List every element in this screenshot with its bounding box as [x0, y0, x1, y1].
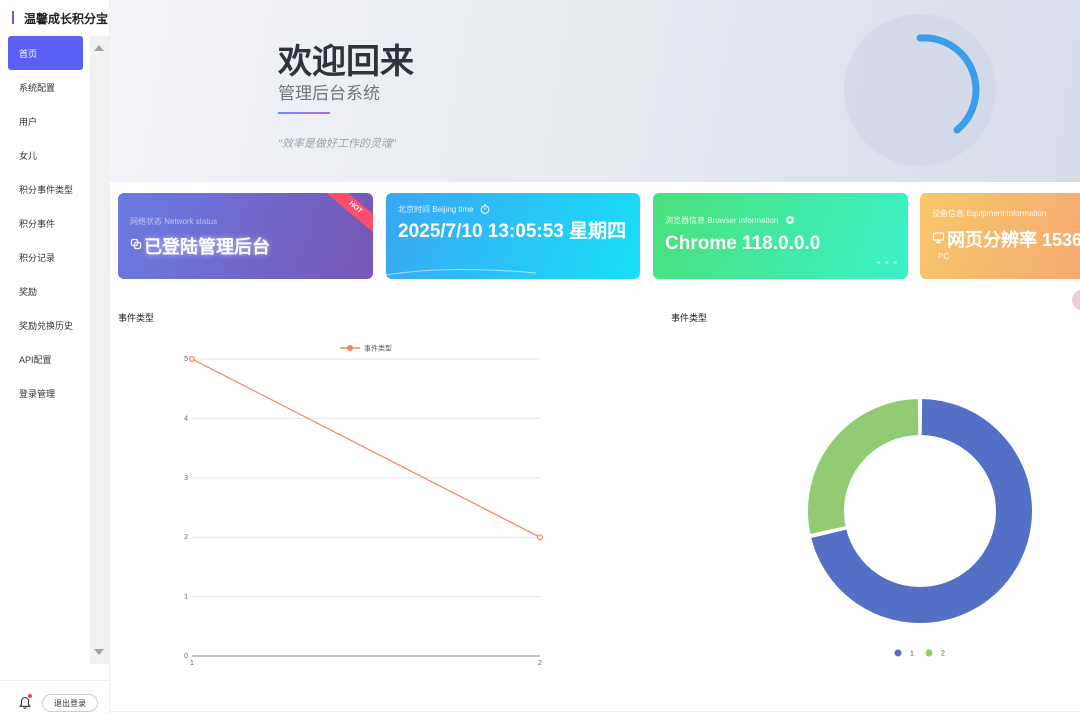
link-icon [130, 238, 142, 250]
bottom-divider [110, 711, 1080, 712]
beijing-time-label-text: 北京时间 Beijing time [398, 205, 474, 214]
sidebar-menu: 首页 系统配置 用户 女儿 积分事件类型 积分事件 积分记录 奖励 奖励兑换历史… [0, 36, 90, 410]
device-info-card: 设备信息 Equipment information 网页分辨率 1536 PC [920, 193, 1080, 279]
browser-info-card: 浏览器信息 Browser information Chrome 118.0.0… [653, 193, 908, 279]
beijing-time-card: 北京时间 Beijing time 2025/7/10 13:05:53 星期四 [386, 193, 640, 279]
brand-title: 温馨成长积分宝 [24, 12, 109, 26]
browser-info-value: Chrome 118.0.0.0 [665, 233, 821, 254]
legend-label: 2 [941, 651, 945, 658]
pie-chart-title: 事件类型 [671, 313, 708, 323]
sidebar-item-records[interactable]: 积分记录 [0, 240, 90, 274]
sidebar-item-rewards[interactable]: 奖励 [0, 274, 90, 308]
x-tick-label: 2 [538, 660, 542, 667]
legend-marker [347, 345, 353, 351]
legend-marker [894, 649, 902, 657]
data-point [537, 534, 544, 541]
event-type-donut-chart: 12 [806, 397, 1034, 658]
sidebar-item-login-management[interactable]: 登录管理 [0, 376, 90, 410]
sidebar-item-event-types[interactable]: 积分事件类型 [0, 172, 90, 206]
browser-icon [785, 216, 794, 224]
device-info-value: 网页分辨率 1536 [947, 230, 1080, 250]
network-status-label: 网络状态 Network status [130, 217, 218, 226]
pie-slice [806, 397, 921, 537]
y-tick-label: 2 [184, 534, 188, 541]
bell-icon[interactable] [18, 696, 32, 710]
loading-spinner-icon [844, 14, 996, 166]
x-tick-label: 1 [190, 660, 194, 667]
beijing-time-label: 北京时间 Beijing time [398, 204, 490, 215]
y-tick-label: 0 [184, 653, 188, 660]
y-tick-label: 4 [184, 415, 188, 422]
y-tick-label: 3 [184, 475, 188, 482]
sidebar-footer: 退出登录 [0, 680, 110, 714]
scroll-down-arrow-icon[interactable] [94, 649, 104, 655]
sidebar-scrollbar[interactable] [90, 36, 110, 664]
legend-label: 1 [910, 651, 914, 658]
device-info-label: 设备信息 Equipment information [932, 209, 1047, 218]
sidebar-item-daughter[interactable]: 女儿 [0, 138, 90, 172]
brand: 温馨成长积分宝 [0, 0, 110, 36]
sidebar-item-users[interactable]: 用户 [0, 104, 90, 138]
line-chart-title: 事件类型 [118, 313, 155, 323]
wave-decoration [386, 268, 537, 276]
y-tick-label: 1 [184, 594, 188, 601]
network-status-card: HOT 网络状态 Network status 已登陆管理后台 [118, 193, 373, 279]
logout-button[interactable]: 退出登录 [42, 694, 98, 712]
y-tick-label: 5 [184, 356, 188, 363]
scroll-up-arrow-icon[interactable] [94, 45, 104, 51]
sidebar-item-events[interactable]: 积分事件 [0, 206, 90, 240]
sidebar-item-api-config[interactable]: API配置 [0, 342, 90, 376]
hero-quote: "效率是做好工作的灵魂" [278, 138, 396, 150]
sidebar-item-reward-history[interactable]: 奖励兑换历史 [0, 308, 90, 342]
brand-accent-bar [12, 11, 14, 24]
hero-subtitle: 管理后台系统 [278, 84, 380, 103]
floating-side-tab[interactable] [1072, 290, 1080, 310]
device-type: PC [938, 252, 950, 261]
hero-divider [278, 112, 330, 114]
notification-dot [28, 694, 32, 698]
browser-info-label-text: 浏览器信息 Browser information [665, 216, 779, 225]
stopwatch-icon [480, 204, 490, 214]
beijing-time-value: 2025/7/10 13:05:53 星期四 [398, 221, 627, 242]
welcome-banner: 欢迎回来 管理后台系统 "效率是做好工作的灵魂" [110, 0, 1080, 182]
data-point [188, 356, 195, 363]
legend-marker [925, 649, 933, 657]
sidebar-item-home[interactable]: 首页 [8, 36, 83, 70]
browser-info-label: 浏览器信息 Browser information [665, 215, 795, 226]
dots-decoration: • • • [876, 258, 898, 269]
series-line [191, 358, 541, 538]
legend-label: 事件类型 [364, 344, 392, 353]
sidebar-item-system-config[interactable]: 系统配置 [0, 70, 90, 104]
hot-ribbon: HOT [322, 193, 373, 237]
main-content: 欢迎回来 管理后台系统 "效率是做好工作的灵魂" HOT 网络状态 Networ… [110, 0, 1080, 714]
network-status-value: 已登陆管理后台 [144, 237, 270, 257]
event-type-line-chart: 0123451 2事件类型 [184, 344, 544, 667]
hero-title: 欢迎回来 [278, 43, 414, 81]
monitor-icon [932, 232, 945, 244]
sidebar: 温馨成长积分宝 首页 系统配置 用户 女儿 积分事件类型 积分事件 积分记录 奖… [0, 0, 110, 714]
